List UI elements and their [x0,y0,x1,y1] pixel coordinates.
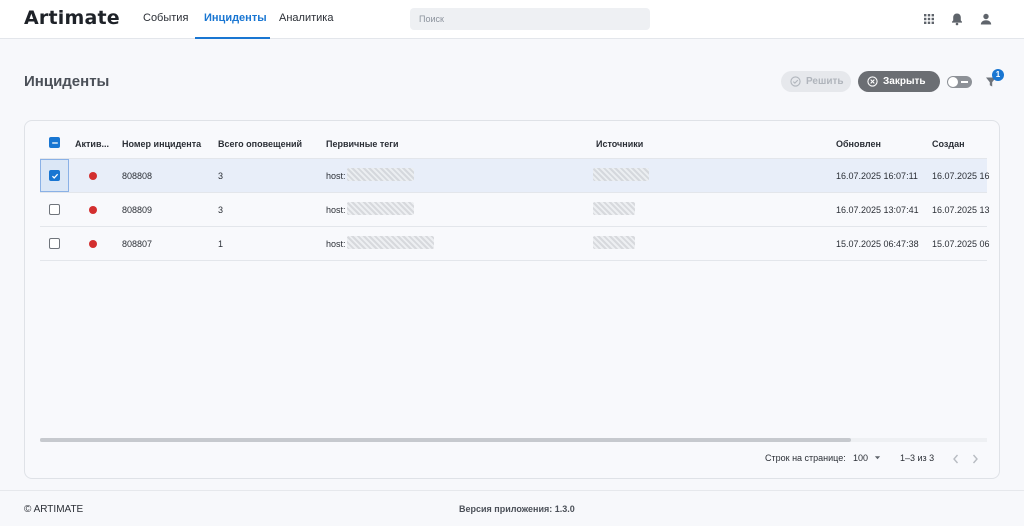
redacted-tag-value [347,168,414,181]
primary-tag-prefix: host: [326,239,346,249]
redacted-source [593,168,649,181]
minus-icon [51,141,58,144]
tab-analytics[interactable]: Аналитика [279,12,333,24]
primary-tag-prefix: host: [326,171,346,181]
copyright-text: © ARTIMATE [24,504,84,515]
column-header-updated[interactable]: Обновлен [836,139,881,149]
toggle-off-mark [961,81,968,83]
status-active-dot [89,206,97,214]
next-page-icon[interactable] [970,453,980,465]
previous-page-icon[interactable] [951,453,961,465]
footer: © ARTIMATE Версия приложения: 1.3.0 [0,490,1024,526]
total-alerts: 3 [218,205,224,215]
chevron-down-icon [874,456,880,460]
pagination-range: 1–3 из 3 [900,453,935,463]
created-timestamp: 16.07.2025 13 [932,205,990,215]
column-header-total-alerts[interactable]: Всего оповещений [218,139,302,149]
rows-per-page-value: 100 [853,453,869,463]
column-header-active[interactable]: Актив... [75,139,109,149]
incidents-table-card: Актив... Номер инцидента Всего оповещени… [24,120,1000,479]
select-all-checkbox[interactable] [49,137,60,148]
user-icon[interactable] [979,12,993,26]
redacted-tag-value [347,236,434,249]
row-checkbox[interactable] [49,170,60,181]
top-bar: Artimate События Инциденты Аналитика Пои… [0,0,1024,39]
tab-events[interactable]: События [143,12,188,24]
resolve-button[interactable]: Решить [781,71,851,92]
total-alerts: 3 [218,171,224,181]
created-timestamp: 15.07.2025 06 [932,239,990,249]
table-row[interactable]: 808808 3 host: 16.07.2025 16:07:11 16.07… [40,159,990,193]
column-header-sources[interactable]: Источники [596,139,643,149]
row-checkbox[interactable] [49,238,60,249]
created-timestamp: 16.07.2025 16 [932,171,990,181]
total-alerts: 1 [218,239,224,249]
updated-timestamp: 15.07.2025 06:47:38 [836,239,919,249]
active-tab-indicator [195,37,270,39]
column-header-created[interactable]: Создан [932,139,965,149]
column-header-incident-number[interactable]: Номер инцидента [122,139,201,149]
row-checkbox[interactable] [49,204,60,215]
redacted-source [593,236,635,249]
page-title: Инциденты [24,73,110,90]
incident-number: 808807 [122,239,153,249]
column-header-primary-tags[interactable]: Первичные теги [326,139,399,149]
app-version: Версия приложения: 1.3.0 [459,504,575,514]
incident-number: 808809 [122,205,153,215]
apps-grid-icon[interactable] [922,12,936,26]
close-incident-button[interactable]: Закрыть [858,71,940,92]
redacted-tag-value [347,202,414,215]
check-icon [51,173,58,179]
filter-count-badge: 1 [992,69,1004,81]
close-circle-icon [867,76,878,87]
close-button-label: Закрыть [883,76,926,87]
horizontal-scrollbar-thumb[interactable] [40,438,851,442]
rows-per-page-label: Строк на странице: [765,453,846,463]
resolve-button-label: Решить [806,76,844,87]
search-input[interactable]: Поиск [410,8,650,30]
updated-timestamp: 16.07.2025 16:07:11 [836,171,918,181]
primary-tag-prefix: host: [326,205,346,215]
view-toggle[interactable] [947,76,972,88]
rows-per-page-select[interactable]: 100 [853,453,881,463]
updated-timestamp: 16.07.2025 13:07:41 [836,205,919,215]
check-circle-icon [790,76,801,87]
table-row[interactable]: 808807 1 host: 15.07.2025 06:47:38 15.07… [40,227,990,261]
tab-incidents[interactable]: Инциденты [204,12,267,24]
toggle-knob [948,77,958,87]
table-row[interactable]: 808809 3 host: 16.07.2025 13:07:41 16.07… [40,193,990,227]
redacted-source [593,202,635,215]
status-active-dot [89,172,97,180]
app-logo[interactable]: Artimate [24,7,120,29]
bell-icon[interactable] [950,12,964,26]
incident-number: 808808 [122,171,153,181]
status-active-dot [89,240,97,248]
